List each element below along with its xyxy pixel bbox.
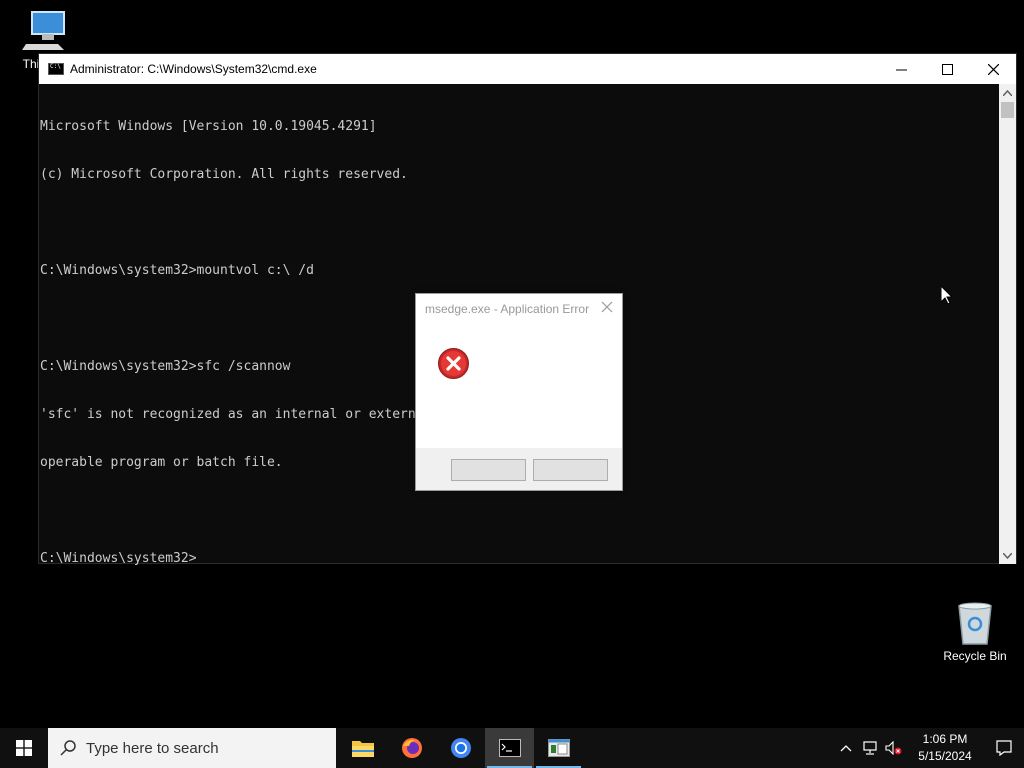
app-window-icon — [547, 739, 570, 757]
taskbar-chrome[interactable] — [436, 728, 485, 768]
taskbar-app-window[interactable] — [534, 728, 583, 768]
console-line: (c) Microsoft Corporation. All rights re… — [40, 167, 408, 182]
dialog-close-button[interactable] — [600, 300, 614, 314]
windows-logo-icon — [16, 740, 32, 756]
console-line: Microsoft Windows [Version 10.0.19045.42… — [40, 119, 377, 134]
clock-time: 1:06 PM — [922, 732, 968, 746]
action-center-button[interactable] — [984, 728, 1024, 768]
vertical-scrollbar[interactable] — [999, 84, 1016, 564]
close-button[interactable] — [970, 54, 1016, 84]
application-error-dialog: msedge.exe - Application Error — [415, 293, 623, 491]
chevron-up-icon — [840, 745, 852, 752]
dialog-title: msedge.exe - Application Error — [425, 302, 590, 316]
dialog-button-bar — [416, 448, 622, 490]
search-placeholder: Type here to search — [86, 739, 219, 757]
recycle-bin-icon — [958, 602, 992, 645]
cmd-app-icon — [48, 63, 64, 75]
notification-icon — [996, 740, 1012, 756]
taskbar-firefox[interactable] — [387, 728, 436, 768]
dialog-button-2[interactable] — [533, 459, 608, 481]
start-button[interactable] — [0, 728, 48, 768]
search-icon — [60, 740, 76, 756]
computer-icon — [22, 11, 65, 50]
taskbar-file-explorer[interactable] — [338, 728, 387, 768]
volume-tray-button[interactable] — [882, 728, 906, 768]
cmd-window-title: Administrator: C:\Windows\System32\cmd.e… — [70, 62, 317, 76]
firefox-icon — [401, 738, 422, 758]
taskbar-clock[interactable]: 1:06 PM 5/15/2024 — [906, 731, 984, 765]
chevron-down-icon — [1003, 552, 1012, 559]
cmd-icon — [498, 739, 521, 757]
error-icon — [438, 348, 469, 379]
minimize-icon — [895, 69, 907, 70]
system-tray: 1:06 PM 5/15/2024 — [834, 728, 1024, 768]
recycle-bin-label: Recycle Bin — [943, 649, 1007, 663]
maximize-button[interactable] — [924, 54, 970, 84]
scroll-thumb[interactable] — [1001, 102, 1014, 118]
maximize-icon — [941, 63, 953, 75]
close-icon — [987, 63, 999, 75]
show-hidden-icons-button[interactable] — [834, 728, 858, 768]
network-tray-button[interactable] — [858, 728, 882, 768]
minimize-button[interactable] — [878, 54, 924, 84]
scroll-down-button[interactable] — [999, 547, 1016, 564]
taskbar-command-prompt[interactable] — [485, 728, 534, 768]
folder-icon — [351, 741, 374, 757]
network-icon — [863, 741, 877, 755]
mouse-pointer-icon — [941, 286, 953, 305]
volume-muted-icon — [885, 741, 902, 755]
taskbar-search-box[interactable]: Type here to search — [48, 728, 336, 768]
close-icon — [601, 301, 613, 313]
clock-date: 5/15/2024 — [918, 749, 972, 763]
recycle-bin-desktop-icon[interactable]: Recycle Bin — [940, 600, 1010, 663]
taskbar-apps — [338, 728, 583, 768]
scroll-up-button[interactable] — [999, 84, 1016, 101]
chrome-icon — [450, 738, 471, 758]
dialog-button-1[interactable] — [451, 459, 526, 481]
taskbar: Type here to search 1:06 PM 5/15/2024 — [0, 728, 1024, 768]
console-prompt-line: C:\Windows\system32> — [40, 551, 197, 566]
chevron-up-icon — [1003, 89, 1012, 96]
cmd-titlebar[interactable]: Administrator: C:\Windows\System32\cmd.e… — [39, 54, 1016, 84]
desktop: This PC Recycle Bin Administrator: C:\Wi… — [0, 0, 1024, 728]
console-line: C:\Windows\system32>mountvol c:\ /d — [40, 263, 314, 278]
